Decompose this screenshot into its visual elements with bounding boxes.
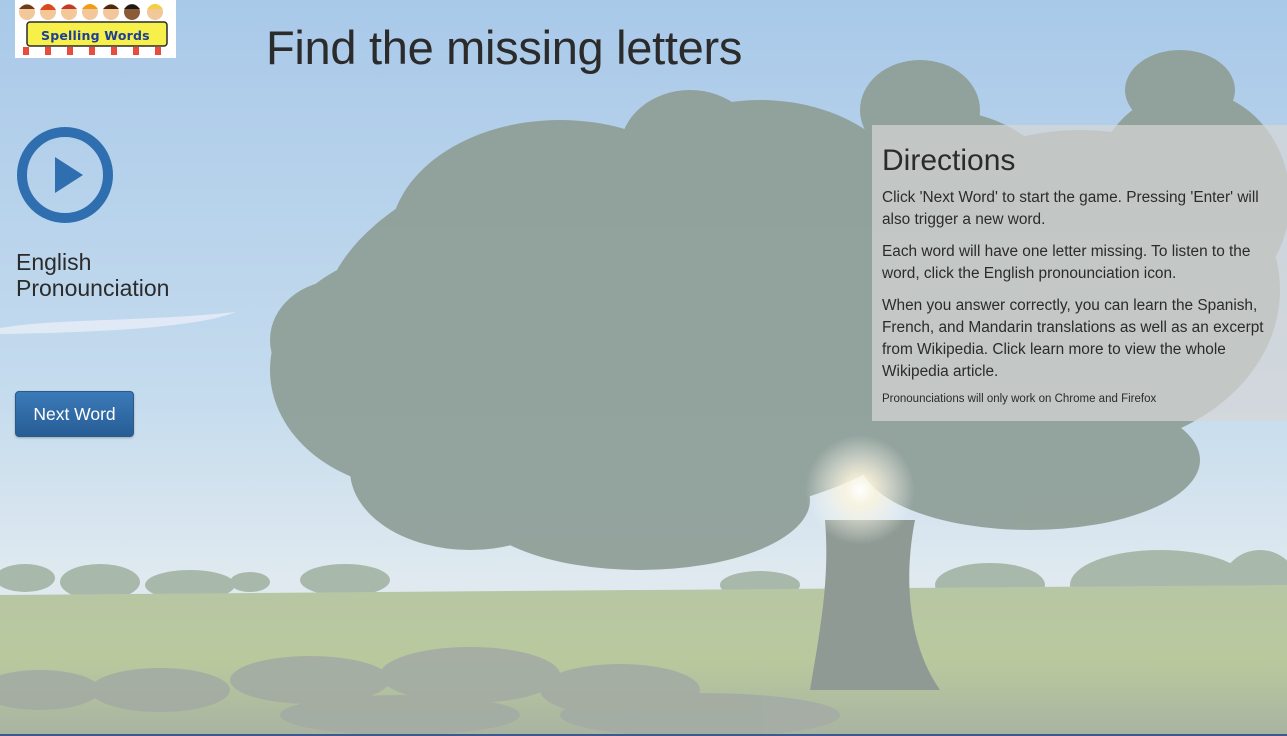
directions-paragraph: Click 'Next Word' to start the game. Pre… (882, 189, 1259, 228)
directions-paragraph: When you answer correctly, you can learn… (882, 297, 1264, 380)
play-circle-icon (17, 127, 113, 223)
pronunciation-label: English Pronounciation (16, 249, 170, 301)
browser-note: Pronounciations will only work on Chrome… (882, 393, 1157, 405)
page-title: Find the missing letters (266, 21, 743, 74)
logo-text: Spelling Words (41, 28, 150, 43)
spelling-words-logo: Spelling Words (15, 0, 176, 58)
directions-paragraph: Each word will have one letter missing. … (882, 243, 1251, 282)
directions-heading: Directions (882, 144, 1016, 177)
directions-panel: Directions Click 'Next Word' to start th… (872, 125, 1287, 421)
next-word-button[interactable]: Next Word (15, 391, 134, 437)
play-pronunciation-button[interactable] (15, 125, 115, 225)
